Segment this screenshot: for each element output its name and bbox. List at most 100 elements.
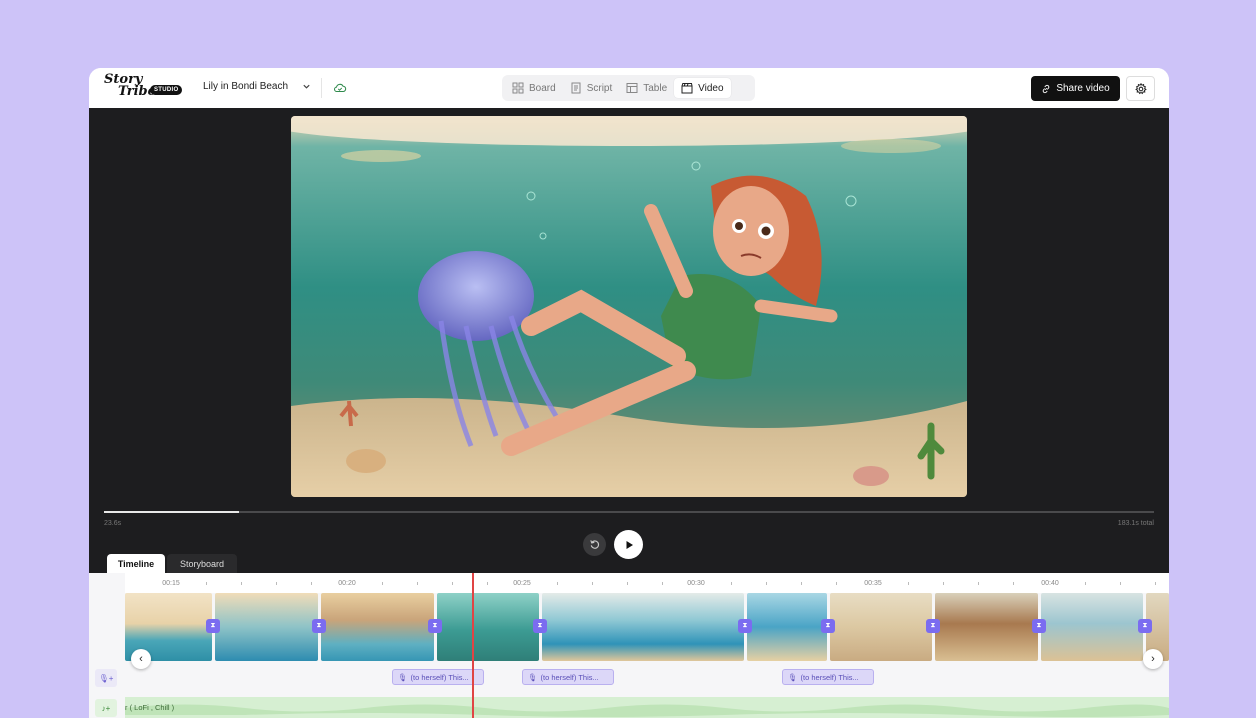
tab-board[interactable]: Board [505, 78, 563, 98]
chevron-right-icon: › [1151, 653, 1155, 665]
add-music-button[interactable]: ♪ + [95, 699, 117, 717]
tab-storyboard[interactable]: Storyboard [167, 554, 237, 573]
add-voiceover-button[interactable]: 🎙 + [95, 669, 117, 687]
ruler-label: 00:25 [513, 580, 531, 587]
ruler-tick [1120, 582, 1121, 585]
view-mode-tabs: Board Script Table Video [502, 75, 755, 101]
music-track-label: r ( LoFi , Chill ) [125, 703, 175, 712]
transition-icon: ⧗ [742, 622, 748, 629]
timeline-panel: 00:15 00:20 00:25 00:30 00:35 00:40 ⧗ ⧗ … [89, 573, 1169, 718]
transition-button[interactable]: ⧗ [312, 619, 326, 633]
transition-button[interactable]: ⧗ [926, 619, 940, 633]
ruler-tick [908, 582, 909, 585]
transition-icon: ⧗ [1142, 622, 1148, 629]
video-frame[interactable] [291, 116, 967, 497]
transition-button[interactable]: ⧗ [821, 619, 835, 633]
ruler-tick [592, 582, 593, 585]
play-icon [626, 540, 633, 549]
transition-button[interactable]: ⧗ [738, 619, 752, 633]
app-window: Story Tribe STUDIO Lily in Bondi Beach B… [89, 68, 1169, 718]
top-header: Story Tribe STUDIO Lily in Bondi Beach B… [89, 68, 1169, 108]
voiceover-clip-text: (to herself) This... [540, 672, 599, 682]
scroll-left-button[interactable]: ‹ [131, 649, 151, 669]
ruler-tick [836, 582, 837, 585]
voiceover-clip-text: (to herself) This... [410, 672, 469, 682]
replay-icon [590, 540, 600, 549]
header-divider [321, 78, 322, 98]
gear-icon [1134, 82, 1147, 94]
scroll-right-button[interactable]: › [1143, 649, 1163, 669]
voiceover-clip[interactable]: 🎙 (to herself) This... [392, 669, 484, 685]
transition-icon: ⧗ [825, 622, 831, 629]
transition-button[interactable]: ⧗ [533, 619, 547, 633]
playback-progress-bar[interactable] [104, 511, 1154, 513]
ruler-label: 00:20 [338, 580, 356, 587]
transition-icon: ⧗ [537, 622, 543, 629]
video-clip[interactable] [830, 593, 932, 661]
video-clip-track: ⧗ ⧗ ⧗ ⧗ ⧗ ⧗ ⧗ ⧗ ⧗ ‹ › [125, 593, 1169, 669]
cloud-saved-icon [334, 83, 347, 93]
video-clip[interactable] [1041, 593, 1143, 661]
transition-button[interactable]: ⧗ [428, 619, 442, 633]
transition-button[interactable]: ⧗ [1032, 619, 1046, 633]
ruler-tick [627, 582, 628, 585]
music-track[interactable]: r ( LoFi , Chill ) [125, 697, 1169, 718]
chevron-down-icon [303, 84, 310, 89]
tab-table-label: Table [643, 82, 668, 94]
ruler-tick [557, 582, 558, 585]
ruler-tick [276, 582, 277, 585]
tab-script-label: Script [586, 82, 613, 94]
transition-icon: ⧗ [432, 622, 438, 629]
video-clip[interactable] [215, 593, 318, 661]
ruler-tick [1013, 582, 1014, 585]
voiceover-track: 🎙 (to herself) This... 🎙 (to herself) Th… [125, 669, 1169, 687]
time-ruler[interactable]: 00:15 00:20 00:25 00:30 00:35 00:40 [125, 573, 1169, 593]
tab-video-label: Video [698, 82, 724, 94]
transition-icon: ⧗ [930, 622, 936, 629]
chevron-left-icon: ‹ [139, 653, 143, 665]
voiceover-clip[interactable]: 🎙 (to herself) This... [782, 669, 874, 685]
ruler-tick [766, 582, 767, 585]
music-waveform [125, 704, 1169, 717]
video-clip[interactable] [437, 593, 539, 661]
tab-timeline[interactable]: Timeline [107, 554, 165, 573]
transition-icon: ⧗ [1036, 622, 1042, 629]
video-clip[interactable] [747, 593, 827, 661]
logo-badge: STUDIO [150, 85, 183, 95]
transition-button[interactable]: ⧗ [206, 619, 220, 633]
video-clip[interactable] [542, 593, 744, 661]
ruler-tick [1155, 582, 1156, 585]
play-button[interactable] [614, 530, 643, 559]
script-icon [571, 82, 581, 94]
tab-video[interactable]: Video [674, 78, 731, 98]
ruler-tick [978, 582, 979, 585]
ruler-tick [943, 582, 944, 585]
project-selector[interactable]: Lily in Bondi Beach [203, 81, 311, 92]
playhead[interactable] [472, 573, 474, 718]
share-video-button[interactable]: Share video [1031, 76, 1120, 101]
tab-script[interactable]: Script [563, 78, 620, 98]
video-clip[interactable] [321, 593, 434, 661]
link-icon [1043, 84, 1050, 93]
ruler-tick [1085, 582, 1086, 585]
video-clip[interactable] [935, 593, 1038, 661]
tab-board-label: Board [529, 82, 556, 94]
table-icon [626, 83, 638, 93]
ruler-tick [206, 582, 207, 585]
tab-table[interactable]: Table [619, 78, 674, 98]
voiceover-clip[interactable]: 🎙 (to herself) This... [522, 669, 614, 685]
transition-button[interactable]: ⧗ [1138, 619, 1152, 633]
replay-button[interactable] [583, 533, 606, 556]
story-tribe-logo[interactable]: Story Tribe STUDIO [104, 73, 183, 102]
microphone-icon: 🎙 [788, 672, 798, 682]
microphone-icon: 🎙 [98, 673, 109, 683]
ruler-tick [311, 582, 312, 585]
playback-progress-fill [104, 511, 240, 513]
transition-icon: ⧗ [210, 622, 216, 629]
total-time: 183.1s total [1117, 520, 1154, 527]
ruler-label: 00:30 [687, 580, 705, 587]
ruler-label: 00:35 [864, 580, 882, 587]
video-player: 23.6s 183.1s total Timeline Storyboard [89, 108, 1169, 573]
settings-button[interactable] [1126, 76, 1155, 101]
microphone-icon: 🎙 [398, 672, 408, 682]
